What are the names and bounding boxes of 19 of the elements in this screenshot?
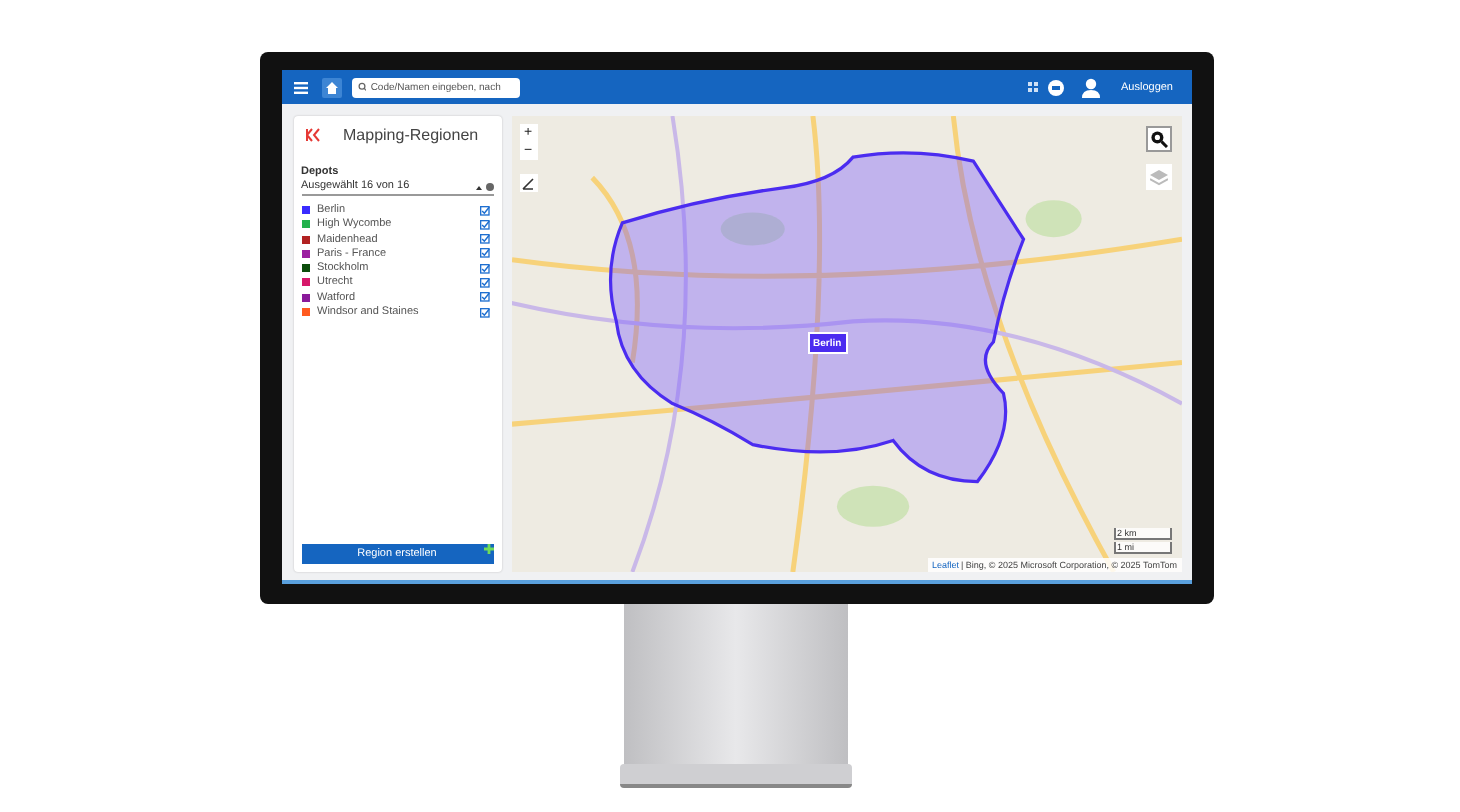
edit-checkbox-icon[interactable] <box>479 248 489 259</box>
logo-icon <box>305 128 319 142</box>
caret-icon <box>475 181 493 191</box>
home-icon[interactable] <box>321 77 341 97</box>
zoom-search-button[interactable] <box>1145 126 1171 152</box>
edit-checkbox-icon[interactable] <box>479 307 489 318</box>
menu-icon[interactable] <box>291 77 311 97</box>
edit-checkbox-icon[interactable] <box>479 234 489 245</box>
grid-icon[interactable] <box>1027 82 1037 92</box>
edit-checkbox-icon[interactable] <box>479 277 489 288</box>
search-icon <box>357 82 367 92</box>
edit-checkbox-icon[interactable] <box>479 292 489 303</box>
user-icon[interactable] <box>1081 77 1099 97</box>
plus-icon <box>483 544 493 554</box>
edit-checkbox-icon[interactable] <box>479 219 489 230</box>
region-polygon[interactable] <box>607 151 1025 484</box>
panel-title: Mapping-Regionen <box>343 126 479 144</box>
edit-checkbox-icon[interactable] <box>479 263 489 274</box>
edit-checkbox-icon[interactable] <box>479 205 489 215</box>
